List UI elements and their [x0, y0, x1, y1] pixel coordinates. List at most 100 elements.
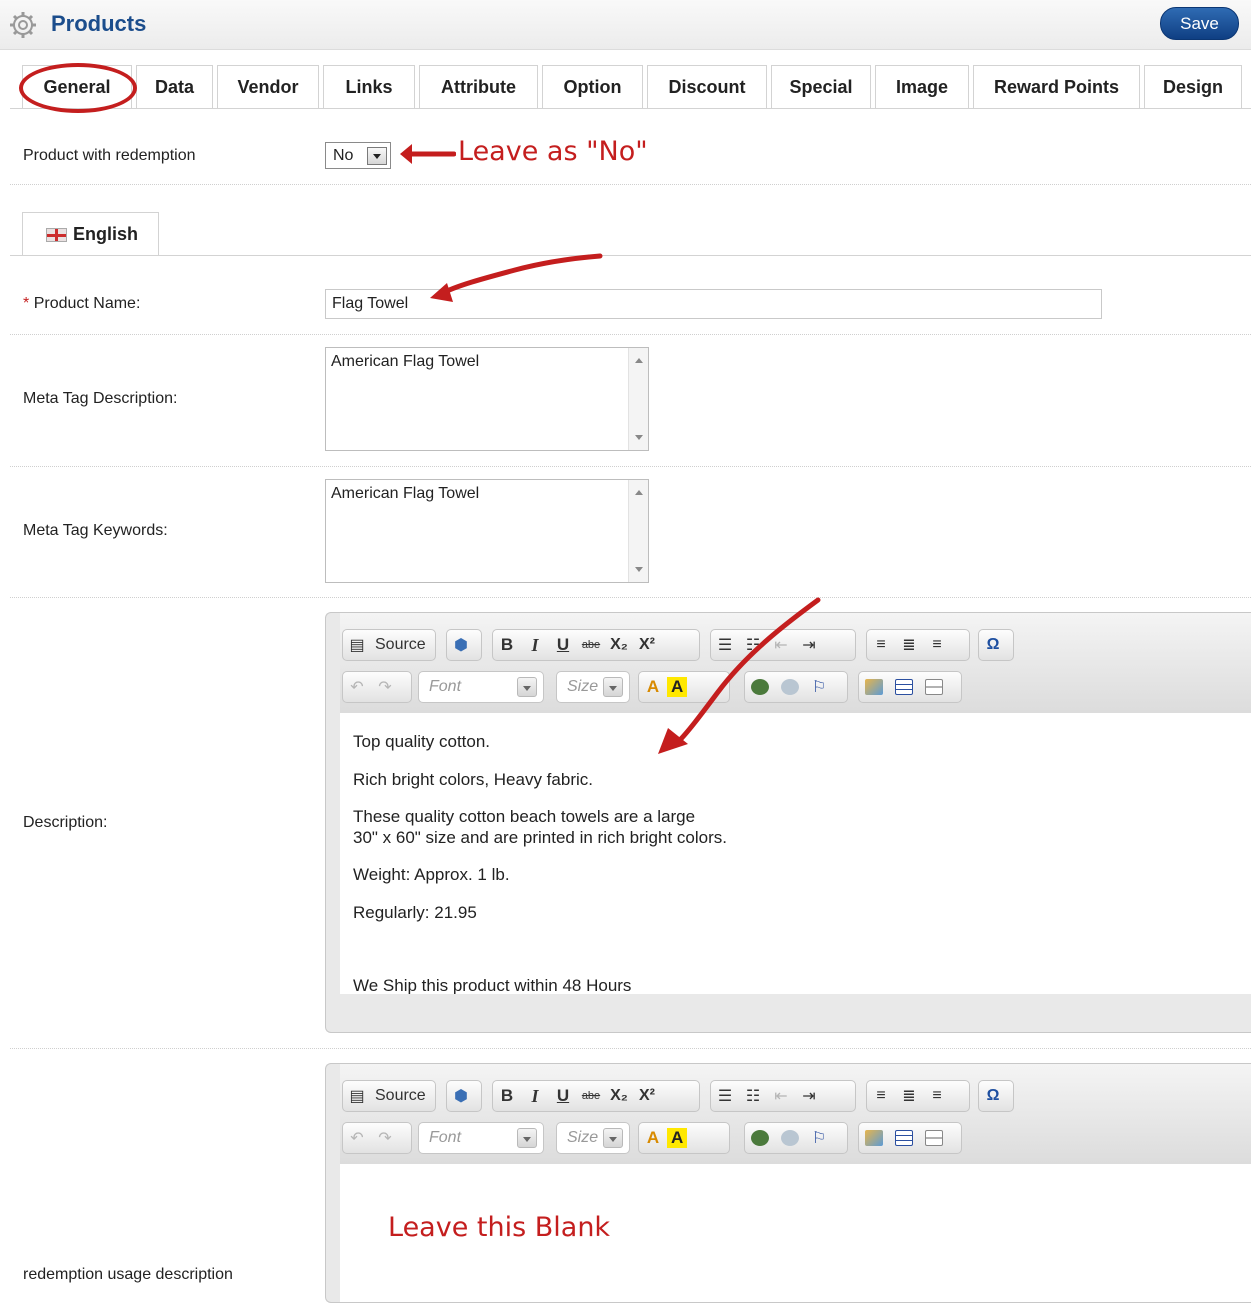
tab-links[interactable]: Links [323, 65, 415, 109]
gear-icon [10, 12, 36, 38]
meta-description-value: American Flag Towel [331, 353, 480, 370]
strikethrough-button[interactable]: abe [577, 630, 605, 660]
tab-discount[interactable]: Discount [647, 65, 767, 109]
list-group: ☰ ☷ ⇤ ⇥ [710, 1080, 856, 1112]
source-button[interactable]: ▤ Source [342, 629, 436, 661]
special-char-button[interactable]: Ω [978, 1080, 1014, 1112]
text-color-button[interactable]: A [639, 1123, 667, 1153]
align-center-icon[interactable]: ≣ [895, 1081, 923, 1111]
image-icon[interactable] [865, 1130, 883, 1146]
product-tabs: General Data Vendor Links Attribute Opti… [22, 65, 1242, 109]
align-left-icon[interactable]: ≡ [867, 1081, 895, 1111]
textarea-scrollbar[interactable] [628, 480, 648, 582]
annotation-leave-blank: Leave this Blank [388, 1212, 611, 1243]
italic-button[interactable]: I [521, 630, 549, 660]
redemption-select[interactable]: No [325, 142, 391, 169]
source-label: Source [375, 1087, 426, 1104]
chevron-down-icon[interactable] [517, 1128, 537, 1148]
size-combo[interactable]: Size [556, 1122, 630, 1154]
horizontal-rule-icon[interactable] [925, 1130, 943, 1146]
align-center-icon[interactable]: ≣ [895, 630, 923, 660]
align-right-icon[interactable]: ≡ [923, 630, 951, 660]
description-paragraph: Top quality cotton. [353, 732, 491, 751]
numbered-list-icon[interactable]: ☰ [711, 1081, 739, 1111]
font-combo[interactable]: Font [418, 1122, 544, 1154]
redemption-usage-content[interactable]: Leave this Blank [340, 1164, 1251, 1302]
row-separator [10, 184, 1251, 185]
redo-icon[interactable]: ↷ [371, 1123, 399, 1153]
tab-data[interactable]: Data [136, 65, 213, 109]
textarea-scrollbar[interactable] [628, 348, 648, 450]
annotation-leave-no: Leave as "No" [458, 136, 648, 167]
special-char-button[interactable]: Ω [978, 629, 1014, 661]
bold-button[interactable]: B [493, 1081, 521, 1111]
unlink-icon[interactable] [781, 1130, 799, 1146]
chevron-down-icon[interactable] [367, 147, 387, 165]
outdent-icon[interactable]: ⇤ [767, 1081, 795, 1111]
annotation-arrow-left-icon [400, 144, 456, 164]
undo-icon[interactable]: ↶ [343, 672, 371, 702]
link-icon[interactable] [751, 1130, 769, 1146]
maximize-button[interactable]: ⬢ [446, 629, 482, 661]
align-group: ≡ ≣ ≡ [866, 629, 970, 661]
chevron-down-icon[interactable] [603, 677, 623, 697]
table-icon[interactable] [895, 1130, 913, 1146]
tab-language-english[interactable]: English [22, 212, 159, 256]
font-placeholder: Font [429, 678, 462, 695]
tab-image[interactable]: Image [875, 65, 969, 109]
subscript-button[interactable]: X₂ [605, 1081, 633, 1111]
source-button[interactable]: ▤ Source [342, 1080, 436, 1112]
source-label: Source [375, 636, 426, 653]
meta-keywords-textarea[interactable]: American Flag Towel [325, 479, 649, 583]
size-combo[interactable]: Size [556, 671, 630, 703]
superscript-button[interactable]: X² [633, 1081, 661, 1111]
description-paragraph: Weight: Approx. 1 lb. [353, 865, 510, 884]
annotation-arrow-icon [430, 253, 603, 302]
uk-flag-icon [46, 228, 67, 242]
bg-color-button[interactable]: A [667, 1128, 688, 1148]
link-group: ⚐ [744, 1122, 848, 1154]
description-paragraph: Regularly: 21.95 [353, 903, 477, 922]
tab-reward-points[interactable]: Reward Points [973, 65, 1140, 109]
horizontal-rule-icon[interactable] [925, 679, 943, 695]
underline-button[interactable]: U [549, 1081, 577, 1111]
align-left-icon[interactable]: ≡ [867, 630, 895, 660]
meta-keywords-label: Meta Tag Keywords: [23, 522, 168, 539]
redo-icon[interactable]: ↷ [371, 672, 399, 702]
tab-attribute[interactable]: Attribute [419, 65, 538, 109]
tab-option[interactable]: Option [542, 65, 643, 109]
table-icon[interactable] [895, 679, 913, 695]
chevron-down-icon[interactable] [603, 1128, 623, 1148]
insert-group [858, 1122, 962, 1154]
strikethrough-button[interactable]: abe [577, 1081, 605, 1111]
chevron-down-icon[interactable] [517, 677, 537, 697]
underline-button[interactable]: U [549, 630, 577, 660]
tab-special[interactable]: Special [771, 65, 871, 109]
undo-icon[interactable]: ↶ [343, 1123, 371, 1153]
anchor-flag-icon[interactable]: ⚐ [805, 1123, 833, 1153]
align-right-icon[interactable]: ≡ [923, 1081, 951, 1111]
image-icon[interactable] [865, 679, 883, 695]
italic-button[interactable]: I [521, 1081, 549, 1111]
subscript-button[interactable]: X₂ [605, 630, 633, 660]
font-combo[interactable]: Font [418, 671, 544, 703]
redemption-label: Product with redemption [23, 147, 196, 164]
description-paragraph: 30" x 60" size and are printed in rich b… [353, 828, 727, 847]
indent-icon[interactable]: ⇥ [795, 1081, 823, 1111]
tab-vendor[interactable]: Vendor [217, 65, 319, 109]
save-button[interactable]: Save [1160, 7, 1239, 40]
annotation-circle [19, 63, 137, 113]
color-group: A A [638, 1122, 730, 1154]
source-icon: ▤ [349, 637, 365, 654]
tab-design[interactable]: Design [1144, 65, 1242, 109]
redemption-select-value: No [333, 147, 354, 164]
annotation-arrow-icon [658, 597, 821, 754]
meta-description-label: Meta Tag Description: [23, 390, 178, 407]
maximize-button[interactable]: ⬢ [446, 1080, 482, 1112]
required-marker: * [23, 295, 30, 312]
row-separator [10, 597, 1251, 598]
bullet-list-icon[interactable]: ☷ [739, 1081, 767, 1111]
meta-description-textarea[interactable]: American Flag Towel [325, 347, 649, 451]
editor-toolbar: ▤ Source ⬢ B I U abe X₂ X² ☰ ☷ ⇤ ⇥ ≡ ≣ ≡… [340, 1064, 1251, 1164]
bold-button[interactable]: B [493, 630, 521, 660]
